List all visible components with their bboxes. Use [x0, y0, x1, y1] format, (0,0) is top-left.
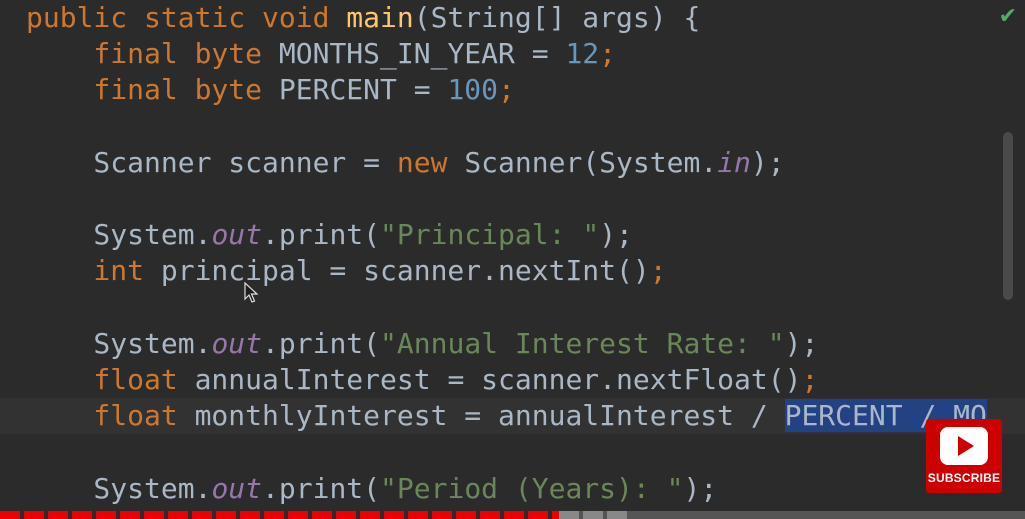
play-icon	[940, 427, 988, 465]
code-token: float	[26, 399, 195, 433]
code-token: "Principal: "	[380, 218, 600, 252]
code-token: out	[211, 326, 263, 360]
code-token: annualInterest = scanner.nextFloat()	[194, 363, 802, 396]
code-line[interactable]: System.out.print("Annual Interest Rate: …	[0, 326, 1025, 362]
code-token: int	[26, 254, 161, 288]
code-token: Scanner scanner =	[26, 145, 397, 179]
code-token: (String[] args) {	[413, 1, 701, 34]
code-token: final byte	[26, 37, 279, 71]
code-token: float	[26, 363, 195, 396]
code-token: in	[717, 145, 751, 179]
vertical-scrollbar[interactable]	[1003, 132, 1013, 300]
code-token: main	[346, 1, 414, 34]
subscribe-label: SUBSCRIBE	[927, 471, 1001, 485]
code-token: monthlyInterest = annualInterest /	[194, 399, 785, 433]
code-token: );	[599, 218, 633, 252]
code-token: Scanner(System.	[464, 145, 718, 179]
code-token: .print(	[262, 326, 381, 360]
code-token: );	[784, 326, 819, 360]
code-line[interactable]: final byte PERCENT = 100;	[0, 72, 1025, 108]
code-token: MONTHS_IN_YEAR =	[278, 37, 566, 71]
code-token: new	[396, 145, 465, 179]
code-token: .print(	[262, 471, 381, 505]
code-line[interactable]: public static void main(String[] args) {	[0, 0, 1025, 36]
progress-buffered	[558, 511, 631, 519]
code-line[interactable]: final byte MONTHS_IN_YEAR = 12;	[0, 36, 1025, 72]
code-token: final byte	[26, 73, 279, 107]
code-line[interactable]	[0, 181, 1025, 217]
video-progress-bar[interactable]	[0, 511, 1025, 519]
code-token: System.	[26, 326, 212, 360]
code-line[interactable]: Scanner scanner = new Scanner(System.in)…	[0, 145, 1025, 181]
code-token: 100	[447, 73, 499, 107]
code-line[interactable]: System.out.print("Period (Years): ");	[0, 471, 1025, 507]
code-token: 12	[565, 37, 600, 71]
code-line[interactable]: int principal = scanner.nextInt();	[0, 253, 1025, 289]
code-editor[interactable]: public static void main(String[] args) {…	[0, 0, 1025, 519]
code-token: System.	[26, 471, 212, 505]
code-token: "Period (Years): "	[380, 471, 684, 505]
code-token: );	[683, 471, 718, 505]
code-token: ;	[599, 37, 617, 71]
code-token: ;	[649, 254, 667, 288]
mouse-pointer-icon	[244, 282, 259, 303]
code-token: ;	[498, 73, 515, 107]
code-line[interactable]	[0, 109, 1025, 145]
code-token: PERCENT =	[278, 73, 448, 107]
code-token: principal = scanner.nextInt()	[160, 254, 650, 288]
code-line[interactable]	[0, 290, 1025, 326]
code-token: out	[211, 471, 263, 505]
code-token: );	[750, 145, 785, 179]
code-token: .print(	[262, 218, 381, 252]
subscribe-button[interactable]: SUBSCRIBE	[926, 419, 1002, 493]
code-token: out	[211, 218, 263, 252]
code-line[interactable]: float monthlyInterest = annualInterest /…	[0, 398, 1025, 435]
code-line[interactable]: float annualInterest = scanner.nextFloat…	[0, 362, 1025, 398]
code-line[interactable]	[0, 434, 1025, 470]
checkmark-icon: ✔	[998, 4, 1017, 29]
progress-played	[0, 511, 559, 519]
code-token: public static void	[26, 1, 347, 34]
code-token: "Annual Interest Rate: "	[380, 326, 785, 360]
code-line[interactable]: System.out.print("Principal: ");	[0, 217, 1025, 253]
code-token: ;	[801, 363, 819, 396]
code-token: System.	[26, 218, 212, 252]
